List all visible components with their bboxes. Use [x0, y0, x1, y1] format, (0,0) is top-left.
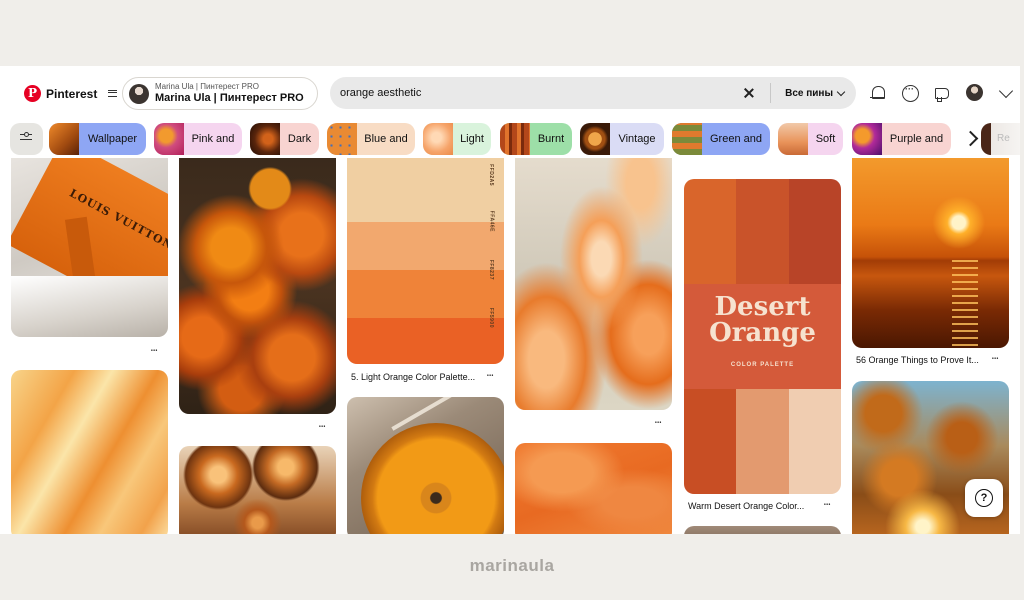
megaphone-icon[interactable] — [933, 84, 951, 102]
clear-search-icon[interactable] — [742, 86, 756, 100]
account-avatar — [129, 83, 149, 104]
account-name: Marina Ula | Пинтерест PRO — [155, 91, 304, 104]
bell-icon[interactable] — [869, 84, 887, 102]
chip-thumbnail — [672, 123, 702, 155]
chip-partial[interactable]: Re — [981, 123, 1020, 155]
swatch-4: FF5900 — [347, 308, 504, 364]
pinterest-logo[interactable]: Pinterest — [24, 85, 118, 102]
chip-dark[interactable]: Dark — [250, 123, 319, 155]
swatch-3: FF8237 — [347, 260, 504, 318]
chip-purple-and[interactable]: Purple and — [852, 123, 951, 155]
watermark: marinaula — [469, 556, 555, 575]
chip-thumbnail — [580, 123, 610, 155]
filter-sliders-icon[interactable] — [10, 123, 43, 155]
search-divider — [770, 83, 772, 103]
pin-orange-paint[interactable] — [11, 370, 168, 534]
chip-label: Re — [997, 133, 1010, 144]
chip-label: Blue and — [364, 133, 408, 145]
chip-wallpaper[interactable]: Wallpaper — [49, 123, 146, 155]
swatch-a — [684, 179, 736, 284]
chip-label: Green and — [710, 133, 762, 145]
pin-desert-orange[interactable]: Desert Orange COLOR PALETTE — [684, 179, 841, 494]
account-switcher[interactable]: Marina Ula | Пинтерест PRO Marina Ula | … — [122, 77, 318, 110]
chip-label: Pink and — [191, 133, 235, 145]
pin-palette[interactable]: FFD2A5 FFA46E FF8237 FF5900 — [347, 158, 504, 364]
swatch-code: FF8237 — [488, 259, 494, 280]
chip-thumbnail — [250, 123, 280, 155]
orange-vinyl-image — [361, 423, 504, 534]
pin-glass-lilies[interactable] — [515, 158, 672, 410]
chip-soft[interactable]: Soft — [778, 123, 843, 155]
chip-vintage[interactable]: Vintage — [580, 123, 664, 155]
sun-reflection — [952, 260, 978, 348]
filter-chips-row: Wallpaper Pink and Dark Blue and Light B… — [0, 122, 1020, 158]
swatch-f — [789, 389, 841, 494]
swatch-e — [736, 389, 789, 494]
pin-partial[interactable] — [684, 526, 841, 534]
swatch-1: FFD2A5 — [347, 158, 504, 222]
chip-label: Vintage — [618, 133, 656, 145]
pin-image-floor — [11, 276, 168, 337]
pin-record-player[interactable] — [347, 397, 504, 534]
chevron-down-icon — [836, 87, 846, 96]
search-scope-label: Все пины — [785, 87, 833, 99]
chip-thumbnail — [154, 123, 184, 155]
swatch-code: FF5900 — [488, 307, 494, 328]
swatch-b — [736, 179, 789, 284]
profile-avatar[interactable] — [966, 84, 983, 101]
chip-thumbnail — [778, 123, 808, 155]
pin-sunset[interactable] — [852, 158, 1009, 348]
chip-blue-and[interactable]: Blue and — [327, 123, 415, 155]
search-bar[interactable]: orange aesthetic Все пины — [330, 77, 856, 109]
pin-orange-texture[interactable] — [515, 443, 672, 534]
pinterest-logo-icon — [24, 85, 41, 102]
chip-label: Purple and — [889, 133, 944, 145]
pinterest-window: Pinterest Marina Ula | Пинтерест PRO Mar… — [0, 66, 1020, 534]
account-chevron-icon[interactable] — [998, 83, 1014, 99]
help-icon[interactable] — [965, 479, 1003, 517]
pin-caption[interactable]: 5. Light Orange Color Palette... — [351, 372, 475, 382]
desert-title-line2: Orange — [709, 318, 816, 348]
chip-green-and[interactable]: Green and — [672, 123, 770, 155]
chip-label: Light — [460, 133, 484, 145]
swatch-d — [684, 389, 736, 494]
chip-burnt[interactable]: Burnt — [500, 123, 572, 155]
search-scope-dropdown[interactable]: Все пины — [785, 87, 846, 99]
account-subtitle: Marina Ula | Пинтерест PRO — [155, 82, 259, 92]
pin-disco-balls[interactable] — [179, 446, 336, 534]
menu-icon[interactable] — [108, 90, 118, 97]
more-options-icon[interactable] — [992, 355, 1004, 365]
pin-caption[interactable]: 56 Orange Things to Prove It... — [856, 355, 979, 365]
top-bar: Pinterest Marina Ula | Пинтерест PRO Mar… — [0, 66, 1020, 122]
logo-text: Pinterest — [46, 86, 98, 101]
swatch-code: FFA46E — [488, 210, 494, 232]
more-options-icon[interactable] — [487, 372, 499, 382]
pin-caption[interactable]: Warm Desert Orange Color... — [688, 501, 804, 511]
more-options-icon[interactable] — [151, 347, 163, 357]
chip-pink-and[interactable]: Pink and — [154, 123, 242, 155]
chip-label: Soft — [815, 133, 836, 145]
more-options-icon[interactable] — [319, 423, 331, 433]
chip-thumbnail — [852, 123, 882, 155]
swatch-c — [789, 179, 841, 284]
swatch-code: FFD2A5 — [488, 164, 494, 186]
search-input[interactable]: orange aesthetic — [340, 87, 742, 99]
desert-title: Desert Orange — [684, 294, 841, 346]
pin-orange-flowers[interactable] — [179, 158, 336, 414]
chip-label: Burnt — [537, 133, 565, 145]
chip-thumbnail — [500, 123, 530, 155]
swatch-2: FFA46E — [347, 211, 504, 270]
messages-icon[interactable] — [901, 84, 919, 102]
pin-louis-vuitton[interactable]: LOUIS VUITTON — [11, 158, 168, 337]
chip-thumbnail — [49, 123, 79, 155]
chip-thumbnail — [327, 123, 357, 155]
chip-label: Dark — [287, 133, 312, 145]
chip-label: Wallpaper — [87, 133, 138, 145]
desert-subtitle: COLOR PALETTE — [730, 362, 795, 368]
chip-light[interactable]: Light — [423, 123, 491, 155]
more-options-icon[interactable] — [655, 419, 667, 429]
chip-thumbnail — [423, 123, 453, 155]
more-options-icon[interactable] — [824, 501, 836, 511]
